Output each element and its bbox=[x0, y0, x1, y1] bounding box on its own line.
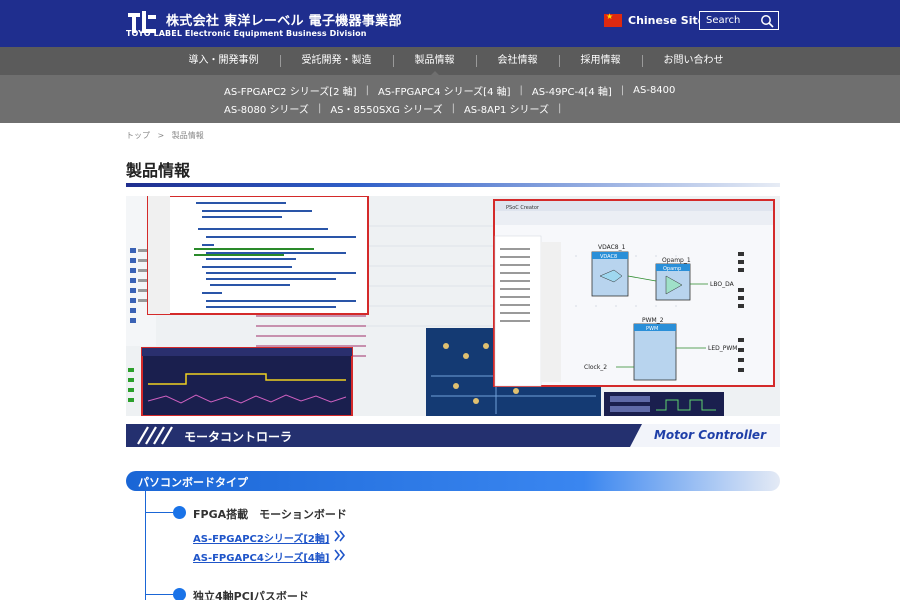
schematic-opamp-inner: Opamp bbox=[663, 266, 681, 272]
group-label-fpga-motion: FPGA搭載 モーションボード bbox=[193, 508, 347, 521]
breadcrumb-current: 製品情報 bbox=[171, 131, 204, 140]
subnav-item-49pc4[interactable]: AS-49PC-4[4 軸] bbox=[532, 83, 612, 98]
company-name-ja: 株式会社 東洋レーベル 電子機器事業部 bbox=[166, 14, 402, 29]
page-title: 製品情報 bbox=[126, 161, 191, 180]
double-chevron-right-icon[interactable] bbox=[333, 549, 347, 561]
hero-collage-svg: PSoC Creator VDAC8_1 VDAC8 Opamp_1 Opamp bbox=[126, 196, 780, 416]
nav-item-contact[interactable]: お問い合わせ bbox=[643, 55, 745, 67]
subnav-separator: | bbox=[519, 85, 523, 96]
china-flag-icon[interactable] bbox=[604, 12, 622, 27]
subnav-separator: | bbox=[317, 103, 322, 114]
subnav-separator: | bbox=[558, 103, 562, 114]
product-sub-nav: AS-FPGAPC2 シリーズ[2 軸] | AS-FPGAPC4 シリーズ[4 … bbox=[0, 75, 900, 123]
tree-node-dot bbox=[173, 506, 186, 519]
nav-item-recruit[interactable]: 採用情報 bbox=[560, 55, 643, 67]
subnav-separator: | bbox=[620, 85, 625, 96]
tree-node-dot bbox=[173, 588, 186, 600]
schematic-vdac-label: VDAC8_1 bbox=[598, 244, 626, 251]
pc-board-type-title: パソコンボードタイプ bbox=[138, 476, 248, 489]
hero-collage-image: PSoC Creator VDAC8_1 VDAC8 Opamp_1 Opamp bbox=[126, 196, 780, 416]
main-nav: 導入・開発事例 受託開発・製造 製品情報 会社情報 採用情報 お問い合わせ bbox=[0, 47, 900, 76]
company-name-en: TOYO LABEL Electronic Equipment Business… bbox=[126, 29, 367, 38]
nav-item-company[interactable]: 会社情報 bbox=[477, 55, 560, 67]
tree-branch-line bbox=[145, 512, 173, 513]
nav-item-products[interactable]: 製品情報 bbox=[394, 55, 477, 76]
tree-branch-line bbox=[145, 594, 173, 595]
tree-vertical-line bbox=[145, 491, 146, 600]
subnav-item-fpgapc2[interactable]: AS-FPGAPC2 シリーズ[2 軸] bbox=[224, 83, 357, 98]
search-input[interactable] bbox=[700, 12, 760, 29]
search-icon[interactable] bbox=[760, 14, 774, 28]
pc-board-type-bar: パソコンボードタイプ bbox=[126, 471, 780, 491]
schematic-led-pwm-label: LED_PWM bbox=[708, 345, 737, 352]
motor-controller-title-en: Motor Controller bbox=[653, 428, 766, 442]
subnav-item-fpgapc4[interactable]: AS-FPGAPC4 シリーズ[4 軸] bbox=[378, 83, 511, 98]
nav-item-contract-development[interactable]: 受託開発・製造 bbox=[281, 55, 394, 67]
product-link-fpgapc2[interactable]: AS-FPGAPC2シリーズ[2軸] bbox=[193, 530, 329, 545]
motor-controller-title-ja: モータコントローラ bbox=[184, 430, 293, 444]
nav-item-case-studies[interactable]: 導入・開発事例 bbox=[168, 55, 281, 67]
site-header: 株式会社 東洋レーベル 電子機器事業部 TOYO LABEL Electroni… bbox=[0, 0, 900, 47]
schematic-pwm-inner: PWM bbox=[646, 326, 658, 332]
psoc-app-title: PSoC Creator bbox=[506, 205, 540, 211]
chinese-site-link[interactable]: Chinese Site bbox=[628, 14, 705, 27]
schematic-lbo-label: LBO_DA bbox=[710, 281, 735, 288]
subnav-item-8400[interactable]: AS-8400 bbox=[633, 85, 675, 96]
subnav-item-8080[interactable]: AS-8080 シリーズ bbox=[224, 101, 309, 116]
breadcrumb: トップ > 製品情報 bbox=[126, 130, 209, 141]
group-label-pci-board: 独立4軸PCIパスボード bbox=[193, 590, 309, 600]
subnav-item-8ap1[interactable]: AS-8AP1 シリーズ bbox=[464, 101, 549, 116]
breadcrumb-home[interactable]: トップ bbox=[126, 131, 150, 140]
schematic-opamp-label: Opamp_1 bbox=[662, 257, 691, 264]
product-link-fpgapc4[interactable]: AS-FPGAPC4シリーズ[4軸] bbox=[193, 549, 329, 564]
schematic-vdac-inner: VDAC8 bbox=[600, 254, 617, 260]
subnav-separator: | bbox=[451, 103, 455, 114]
search-box bbox=[699, 11, 779, 30]
stripes-decoration-icon bbox=[137, 426, 173, 445]
schematic-clock-label: Clock_2 bbox=[584, 364, 607, 371]
subnav-separator: | bbox=[365, 85, 369, 96]
title-underline bbox=[126, 183, 780, 187]
subnav-item-8550sxg[interactable]: AS・8550SXG シリーズ bbox=[330, 101, 442, 116]
schematic-pwm-label: PWM_2 bbox=[642, 317, 664, 324]
double-chevron-right-icon[interactable] bbox=[333, 530, 347, 542]
breadcrumb-separator: > bbox=[157, 131, 165, 140]
motor-controller-banner: モータコントローラ Motor Controller bbox=[126, 424, 780, 447]
